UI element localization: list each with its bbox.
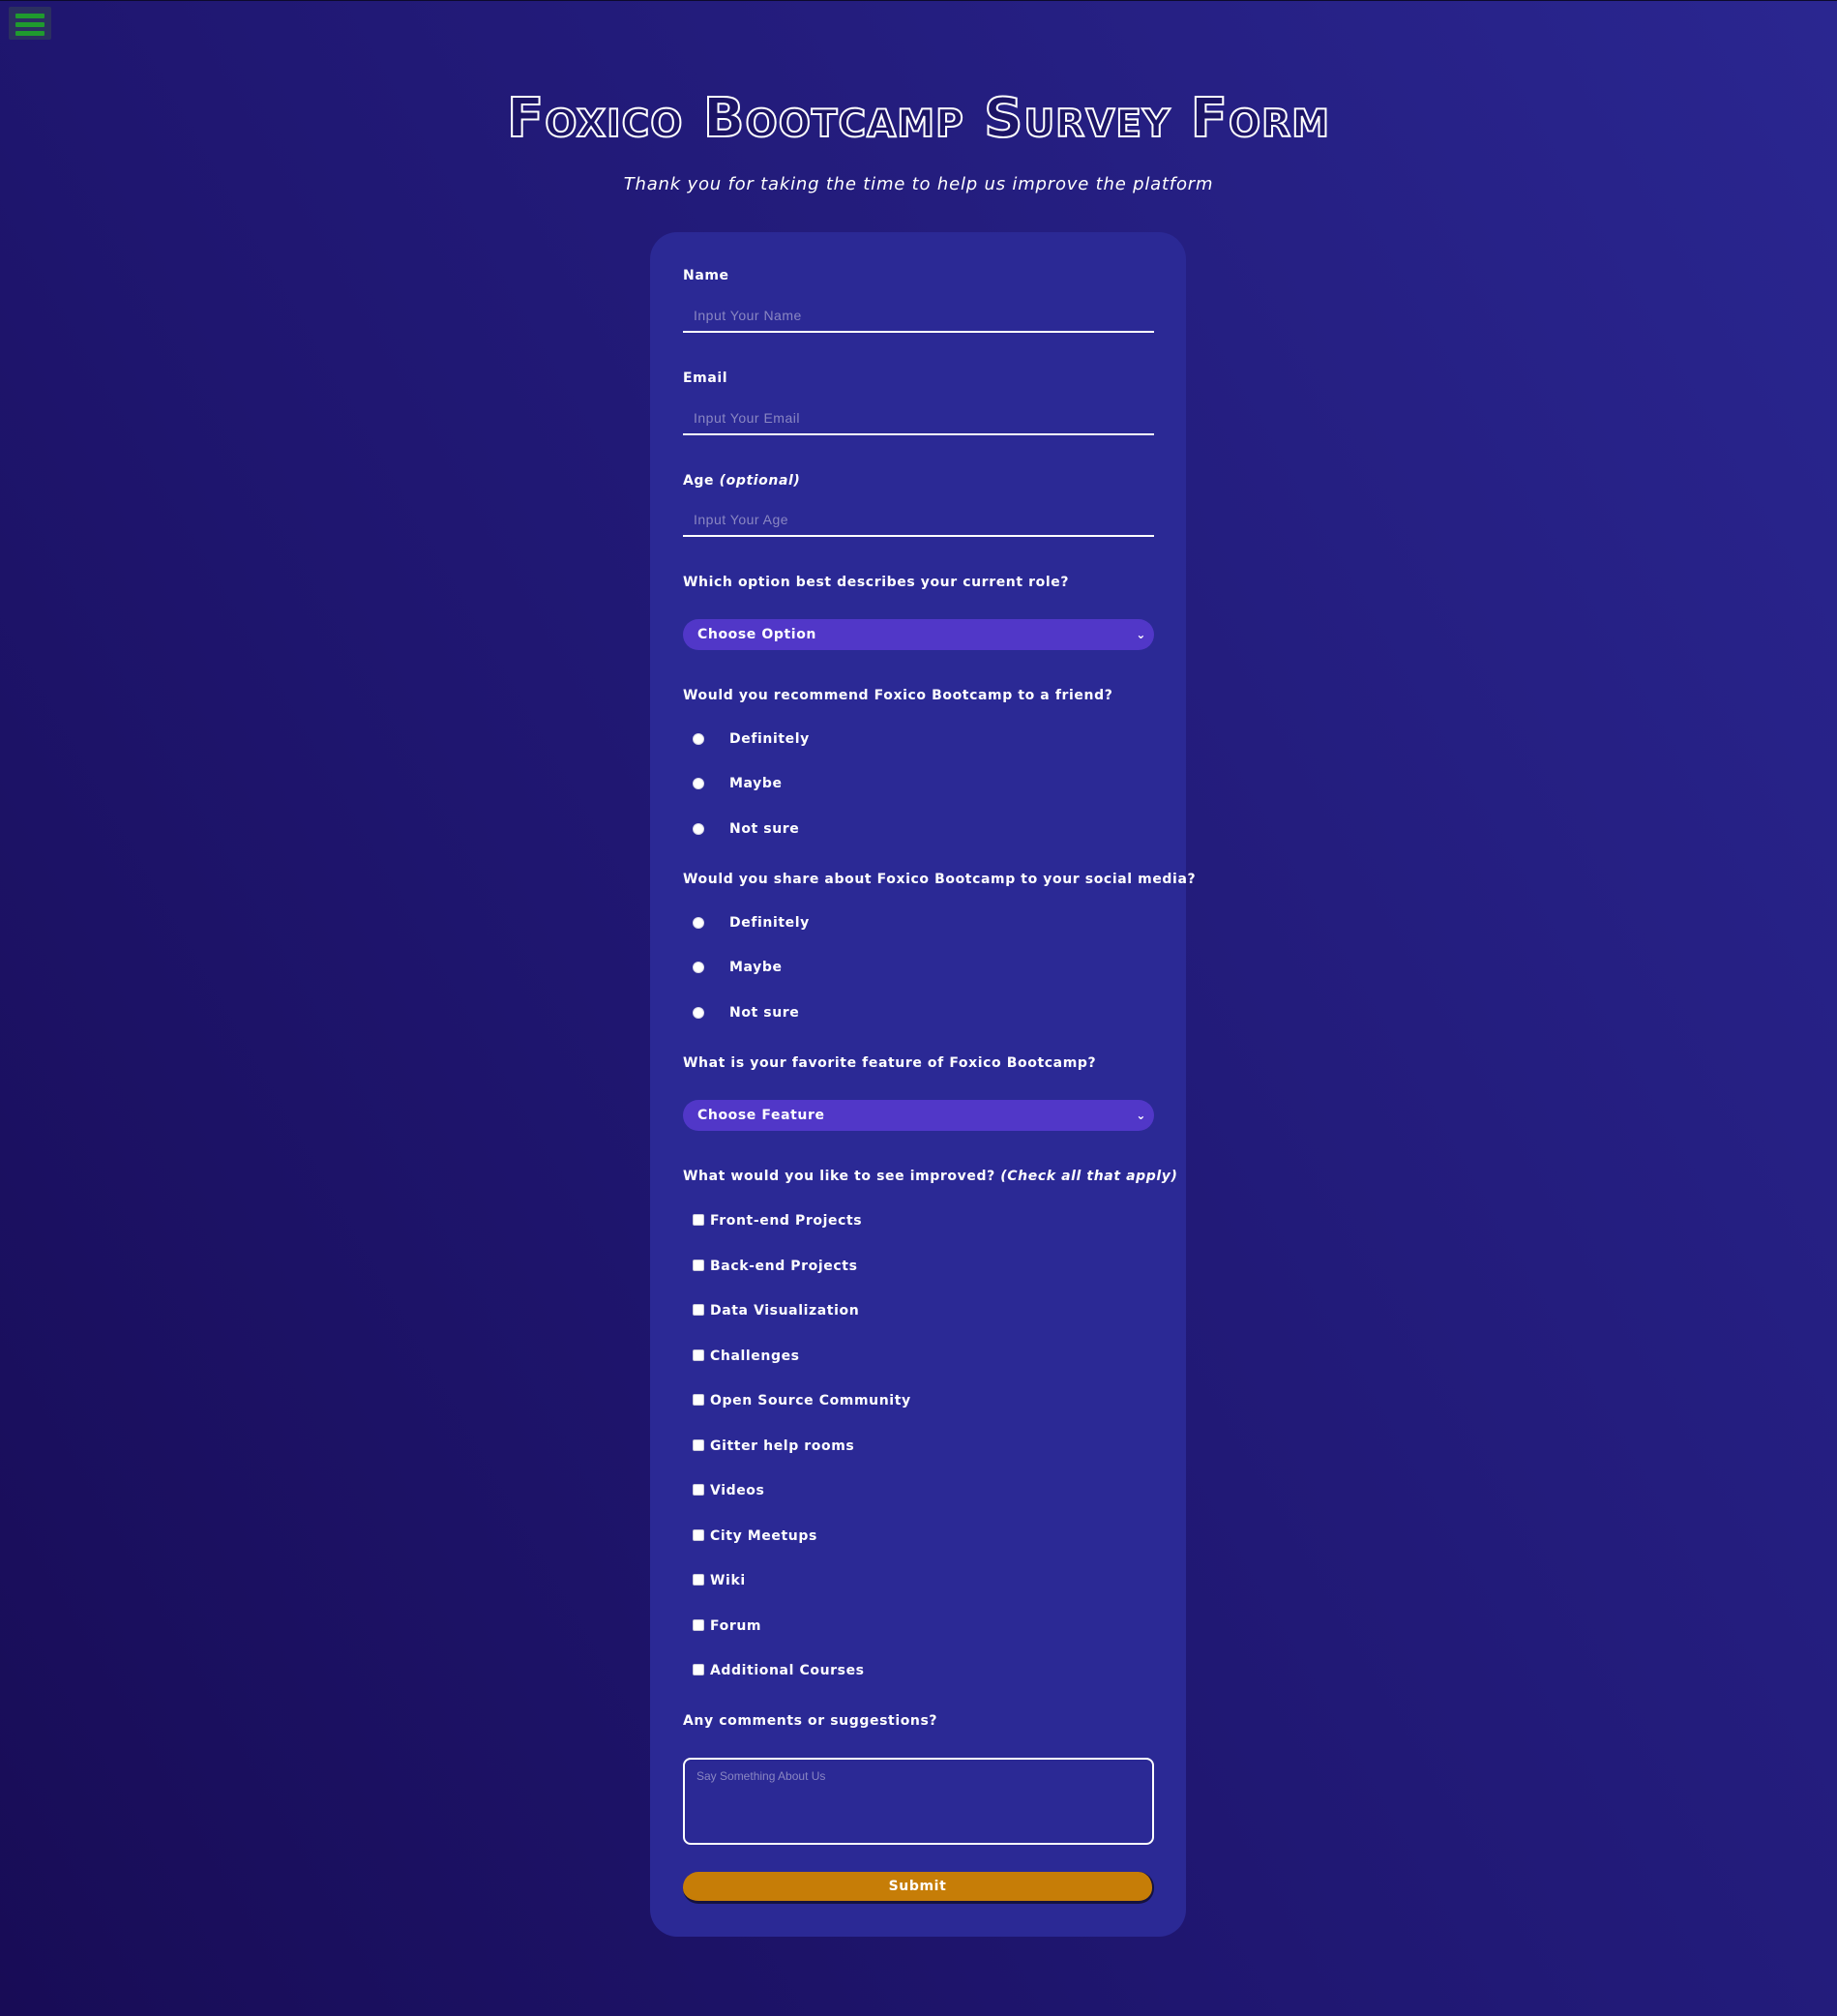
email-input[interactable] [683, 402, 1154, 435]
checkbox[interactable] [693, 1574, 704, 1586]
checkbox[interactable] [693, 1619, 704, 1631]
share-option-label: Not sure [729, 1005, 800, 1021]
checkbox[interactable] [693, 1394, 704, 1406]
radio-button[interactable] [693, 1007, 704, 1019]
page-subtitle: Thank you for taking the time to help us… [623, 174, 1214, 194]
name-input[interactable] [683, 300, 1154, 333]
feature-label: What is your favorite feature of Foxico … [683, 1055, 1097, 1071]
age-label: Age (optional) [683, 473, 800, 489]
chevron-down-icon: ⌄ [1136, 1109, 1146, 1122]
radio-button[interactable] [693, 823, 704, 835]
role-select-value: Choose Option [697, 627, 816, 642]
comments-label: Any comments or suggestions? [683, 1713, 938, 1729]
checkbox[interactable] [693, 1304, 704, 1316]
share-label: Would you share about Foxico Bootcamp to… [683, 872, 1197, 887]
feature-select-value: Choose Feature [697, 1108, 825, 1123]
radio-button[interactable] [693, 917, 704, 929]
page-title: Foxico Bootcamp Survey Form [506, 86, 1330, 151]
checkbox[interactable] [693, 1484, 704, 1496]
recommend-option-label: Not sure [729, 821, 800, 837]
age-label-note: (optional) [719, 473, 801, 489]
improve-option-label: City Meetups [710, 1528, 817, 1544]
improve-option-label: Videos [710, 1483, 765, 1498]
age-input[interactable] [683, 504, 1154, 537]
share-option-label: Maybe [729, 960, 783, 975]
improve-option-label: Wiki [710, 1573, 746, 1588]
survey-form: Name Email Age (optional) Which option b… [650, 232, 1196, 1937]
improve-option-label: Gitter help rooms [710, 1438, 855, 1454]
menu-bar [15, 14, 44, 18]
chevron-down-icon: ⌄ [1136, 628, 1146, 641]
recommend-label: Would you recommend Foxico Bootcamp to a… [683, 688, 1113, 703]
role-select[interactable]: Choose Option ⌄ [683, 619, 1154, 650]
radio-button[interactable] [693, 778, 704, 789]
checkbox[interactable] [693, 1349, 704, 1361]
improve-label: What would you like to see improved? (Ch… [683, 1169, 1178, 1184]
improve-label-note: (Check all that apply) [1000, 1169, 1178, 1184]
radio-button[interactable] [693, 962, 704, 973]
hamburger-menu-icon[interactable] [9, 7, 51, 40]
menu-bar [15, 22, 44, 27]
share-option-label: Definitely [729, 915, 810, 931]
comments-textarea[interactable] [683, 1758, 1154, 1845]
role-label: Which option best describes your current… [683, 575, 1070, 590]
improve-option-label: Challenges [710, 1349, 800, 1364]
checkbox[interactable] [693, 1439, 704, 1451]
recommend-option-label: Definitely [729, 731, 810, 747]
checkbox[interactable] [693, 1214, 704, 1226]
recommend-option-label: Maybe [729, 776, 783, 791]
email-label: Email [683, 371, 728, 386]
improve-option-label: Additional Courses [710, 1663, 865, 1678]
improve-option-label: Back-end Projects [710, 1259, 858, 1274]
menu-bar [15, 31, 44, 36]
checkbox[interactable] [693, 1664, 704, 1675]
improve-option-label: Forum [710, 1618, 762, 1634]
checkbox[interactable] [693, 1529, 704, 1541]
age-label-text: Age [683, 473, 715, 489]
improve-option-label: Front-end Projects [710, 1213, 863, 1229]
improve-option-label: Open Source Community [710, 1393, 911, 1408]
name-label: Name [683, 268, 729, 283]
improve-label-text: What would you like to see improved? [683, 1169, 995, 1184]
submit-button[interactable]: Submit [683, 1872, 1154, 1904]
improve-option-label: Data Visualization [710, 1303, 860, 1319]
top-border [0, 0, 1837, 1]
feature-select[interactable]: Choose Feature ⌄ [683, 1100, 1154, 1131]
checkbox[interactable] [693, 1260, 704, 1271]
radio-button[interactable] [693, 733, 704, 745]
